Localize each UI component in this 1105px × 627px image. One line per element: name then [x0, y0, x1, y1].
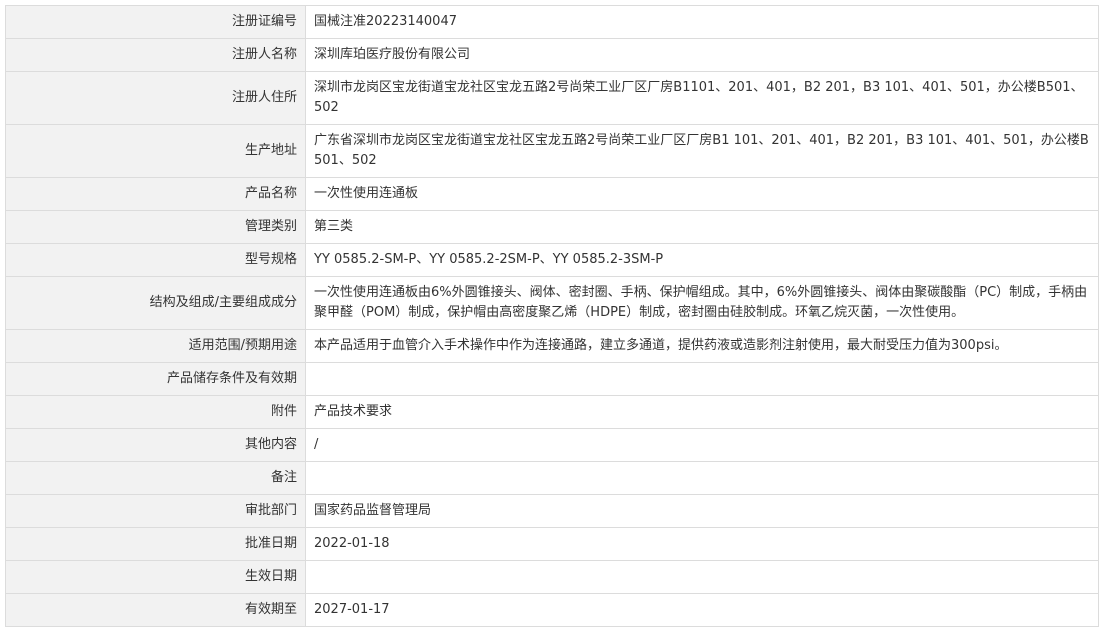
field-value [305, 362, 1099, 396]
registration-detail-table: 注册证编号 国械注准20223140047 注册人名称 深圳库珀医疗股份有限公司… [5, 5, 1099, 627]
table-row: 注册证编号 国械注准20223140047 [5, 5, 1099, 39]
field-value: 第三类 [305, 210, 1099, 244]
table-row: 有效期至 2027-01-17 [5, 593, 1099, 627]
field-value: 国械注准20223140047 [305, 5, 1099, 39]
table-row: 适用范围/预期用途 本产品适用于血管介入手术操作中作为连接通路，建立多通道，提供… [5, 329, 1099, 363]
table-row: 结构及组成/主要组成成分 一次性使用连通板由6%外圆锥接头、阀体、密封圈、手柄、… [5, 276, 1099, 330]
table-row: 其他内容 / [5, 428, 1099, 462]
field-value: 产品技术要求 [305, 395, 1099, 429]
field-label: 注册人住所 [5, 71, 306, 125]
field-label: 型号规格 [5, 243, 306, 277]
field-value: 一次性使用连通板由6%外圆锥接头、阀体、密封圈、手柄、保护帽组成。其中，6%外圆… [305, 276, 1099, 330]
field-label: 产品储存条件及有效期 [5, 362, 306, 396]
field-label: 其他内容 [5, 428, 306, 462]
field-value [305, 461, 1099, 495]
table-row: 注册人住所 深圳市龙岗区宝龙街道宝龙社区宝龙五路2号尚荣工业厂区厂房B1101、… [5, 71, 1099, 125]
registration-detail-table-container: 注册证编号 国械注准20223140047 注册人名称 深圳库珀医疗股份有限公司… [5, 5, 1099, 627]
table-row: 注册人名称 深圳库珀医疗股份有限公司 [5, 38, 1099, 72]
table-row: 型号规格 YY 0585.2-SM-P、YY 0585.2-2SM-P、YY 0… [5, 243, 1099, 277]
field-value: / [305, 428, 1099, 462]
table-row: 生效日期 [5, 560, 1099, 594]
field-label: 注册证编号 [5, 5, 306, 39]
field-value: 广东省深圳市龙岗区宝龙街道宝龙社区宝龙五路2号尚荣工业厂区厂房B1 101、20… [305, 124, 1099, 178]
field-label: 生产地址 [5, 124, 306, 178]
table-row: 备注 [5, 461, 1099, 495]
field-value: 深圳市龙岗区宝龙街道宝龙社区宝龙五路2号尚荣工业厂区厂房B1101、201、40… [305, 71, 1099, 125]
table-row: 产品名称 一次性使用连通板 [5, 177, 1099, 211]
field-value: 深圳库珀医疗股份有限公司 [305, 38, 1099, 72]
field-value: 2027-01-17 [305, 593, 1099, 627]
field-value: YY 0585.2-SM-P、YY 0585.2-2SM-P、YY 0585.2… [305, 243, 1099, 277]
table-row: 管理类别 第三类 [5, 210, 1099, 244]
field-label: 审批部门 [5, 494, 306, 528]
field-value: 国家药品监督管理局 [305, 494, 1099, 528]
field-value: 本产品适用于血管介入手术操作中作为连接通路，建立多通道，提供药液或造影剂注射使用… [305, 329, 1099, 363]
field-label: 有效期至 [5, 593, 306, 627]
field-value: 2022-01-18 [305, 527, 1099, 561]
field-label: 批准日期 [5, 527, 306, 561]
table-row: 附件 产品技术要求 [5, 395, 1099, 429]
field-value [305, 560, 1099, 594]
field-label: 备注 [5, 461, 306, 495]
table-row: 审批部门 国家药品监督管理局 [5, 494, 1099, 528]
field-label: 适用范围/预期用途 [5, 329, 306, 363]
field-label: 结构及组成/主要组成成分 [5, 276, 306, 330]
table-row: 生产地址 广东省深圳市龙岗区宝龙街道宝龙社区宝龙五路2号尚荣工业厂区厂房B1 1… [5, 124, 1099, 178]
field-label: 注册人名称 [5, 38, 306, 72]
table-row: 批准日期 2022-01-18 [5, 527, 1099, 561]
field-label: 生效日期 [5, 560, 306, 594]
field-label: 附件 [5, 395, 306, 429]
field-value: 一次性使用连通板 [305, 177, 1099, 211]
field-label: 产品名称 [5, 177, 306, 211]
field-label: 管理类别 [5, 210, 306, 244]
table-row: 产品储存条件及有效期 [5, 362, 1099, 396]
